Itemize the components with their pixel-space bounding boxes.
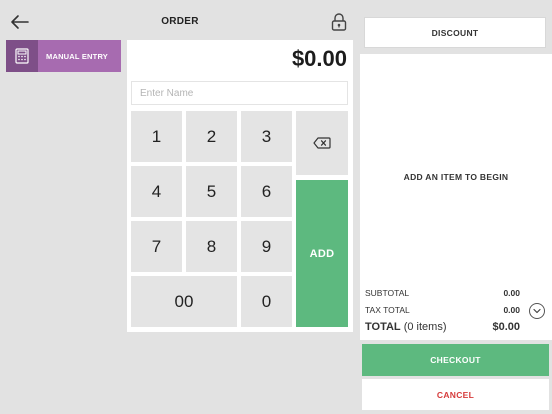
cancel-button[interactable]: CANCEL (362, 379, 549, 410)
subtotal-label: SUBTOTAL (365, 288, 410, 298)
checkout-button[interactable]: CHECKOUT (362, 344, 549, 376)
tax-label: TAX TOTAL (365, 305, 410, 315)
key-2[interactable]: 2 (186, 111, 237, 162)
amount-display: $0.00 (291, 46, 347, 71)
key-8[interactable]: 8 (186, 221, 237, 272)
back-button[interactable] (8, 11, 32, 33)
total-label: TOTAL (365, 321, 401, 333)
page-title: ORDER (161, 16, 199, 27)
total-row: TOTAL (0 items) $0.00 (365, 321, 520, 333)
keypad-panel: $0.00 1 2 3 4 5 6 ADD 7 8 9 00 0 (127, 40, 353, 332)
add-button[interactable]: ADD (296, 180, 348, 327)
tax-row: TAX TOTAL 0.00 (365, 305, 520, 315)
backspace-icon (313, 137, 331, 149)
key-9[interactable]: 9 (241, 221, 292, 272)
lock-icon (331, 13, 347, 31)
tax-value: 0.00 (503, 305, 520, 315)
key-4[interactable]: 4 (131, 166, 182, 217)
total-items-count: (0 items) (403, 321, 447, 333)
order-header: ORDER (0, 0, 360, 40)
total-value: $0.00 (492, 321, 520, 333)
lock-button[interactable] (329, 12, 349, 32)
subtotal-row: SUBTOTAL 0.00 (365, 288, 520, 298)
calculator-icon (15, 48, 29, 64)
arrow-left-icon (11, 15, 29, 29)
chevron-down-icon (533, 308, 541, 314)
order-summary-panel: ADD AN ITEM TO BEGIN SUBTOTAL 0.00 TAX T… (360, 54, 552, 340)
key-00[interactable]: 00 (131, 276, 237, 327)
manual-entry-icon-box (6, 40, 38, 72)
key-1[interactable]: 1 (131, 111, 182, 162)
expand-totals-button[interactable] (529, 303, 545, 319)
backspace-button[interactable] (296, 111, 348, 175)
manual-entry-tile[interactable]: MANUAL ENTRY (6, 40, 121, 72)
name-input[interactable] (131, 81, 348, 105)
key-0[interactable]: 0 (241, 276, 292, 327)
key-6[interactable]: 6 (241, 166, 292, 217)
empty-order-message: ADD AN ITEM TO BEGIN (403, 172, 509, 182)
key-5[interactable]: 5 (186, 166, 237, 217)
discount-button[interactable]: DISCOUNT (364, 17, 546, 48)
key-7[interactable]: 7 (131, 221, 182, 272)
key-3[interactable]: 3 (241, 111, 292, 162)
subtotal-value: 0.00 (503, 288, 520, 298)
manual-entry-label: MANUAL ENTRY (46, 51, 108, 61)
